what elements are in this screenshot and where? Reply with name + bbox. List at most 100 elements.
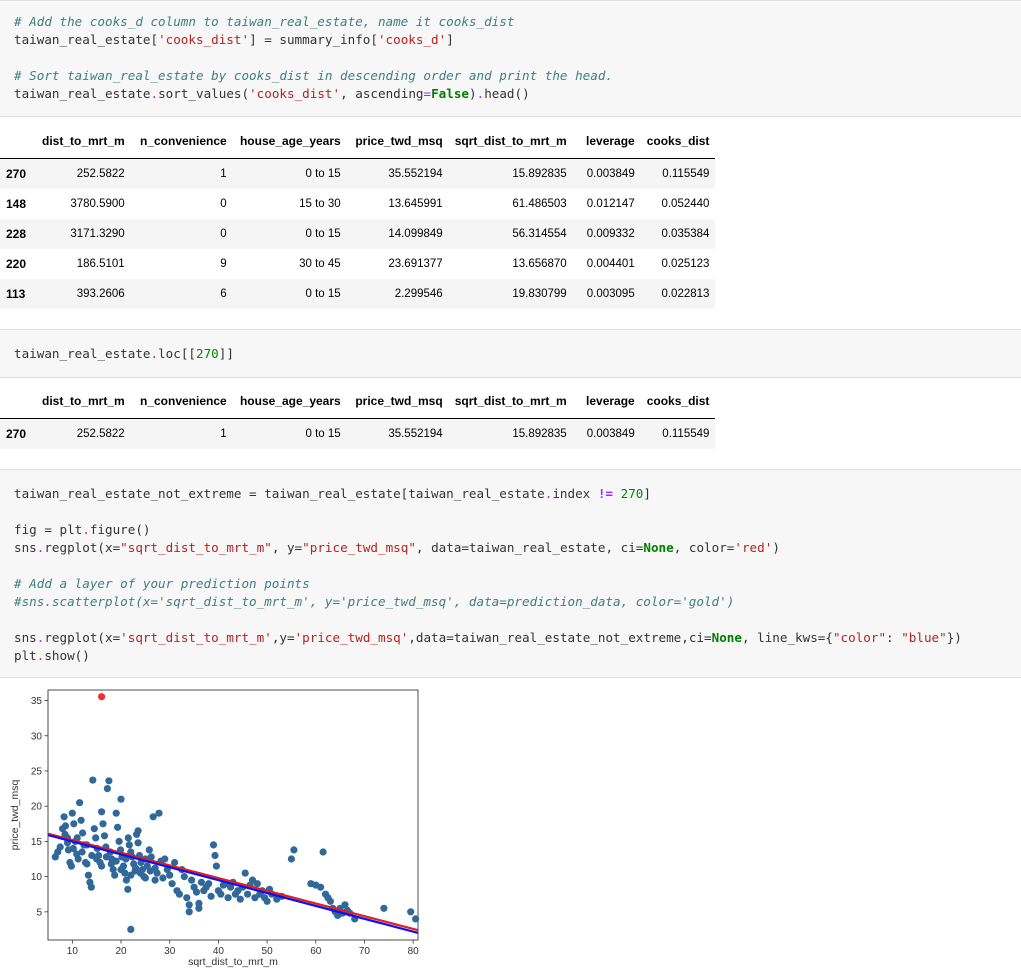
code-operator: = (423, 86, 432, 101)
code-operator: . (82, 522, 90, 537)
scatter-point (287, 855, 295, 863)
scatter-point (60, 813, 68, 821)
code-text: }) (946, 630, 962, 645)
table-cell: 252.5822 (76, 428, 125, 440)
scatter-point (146, 867, 154, 875)
table-cell: 3780.5900 (70, 198, 125, 210)
code-string: 'red' (734, 540, 773, 555)
table-cell: 0.009332 (586, 228, 635, 240)
scatter-point (127, 925, 135, 933)
table-cell: 13.645991 (388, 198, 443, 210)
scatter-point (127, 871, 135, 879)
code-cell-loc[interactable]: taiwan_real_estate.loc[[270]] (0, 329, 1021, 378)
table-cell: 23.691377 (388, 258, 443, 270)
scatter-point (185, 901, 193, 909)
scatter-point (253, 880, 261, 888)
index-header (0, 124, 36, 159)
code-text: ,y= (271, 630, 295, 645)
code-cell-sort[interactable]: # Add the cooks_d column to taiwan_real_… (0, 0, 1021, 117)
code-text: ,data=taiwan_real_estate_not_extreme,ci= (408, 630, 712, 645)
code-string: "color" (832, 630, 887, 645)
scatter-point (188, 876, 196, 884)
table-cell: 15 to 30 (299, 198, 341, 210)
column-header: dist_to_mrt_m (36, 384, 131, 419)
table-header-row: dist_to_mrt_m n_convenience house_age_year… (0, 124, 716, 159)
code-cell-regplot[interactable]: taiwan_real_estate_not_extreme = taiwan_… (0, 469, 1021, 678)
x-tick-label: 20 (115, 946, 127, 957)
scatter-point (105, 777, 113, 785)
code-editor[interactable]: taiwan_real_estate.loc[[270]] (0, 330, 1021, 363)
table-cell: 56.314554 (512, 228, 567, 240)
code-text: sns (14, 630, 37, 645)
scatter-point (117, 795, 125, 803)
scatter-point (380, 904, 388, 912)
scatter-point (56, 843, 64, 851)
code-string: 'cooks_dist' (158, 32, 250, 47)
scatter-point (244, 890, 252, 898)
code-text: , y= (271, 540, 303, 555)
outlier-point (98, 693, 106, 701)
code-keyword: False (431, 86, 469, 101)
code-comment: # Add a layer of your prediction points (14, 576, 310, 591)
y-tick-label: 20 (31, 802, 43, 813)
scatter-point (236, 895, 244, 903)
table-row: 148 3780.5900 0 15 to 30 13.645991 61.486503 0… (0, 189, 716, 219)
y-tick-label: 10 (31, 872, 43, 883)
code-text: index (552, 486, 598, 501)
code-text: ]] (218, 346, 234, 361)
table-cell: 0 to 15 (305, 288, 341, 300)
table-cell: 1 (220, 168, 227, 180)
code-text: head() (484, 86, 530, 101)
code-string: "blue" (901, 630, 947, 645)
code-text: , ascending (340, 86, 424, 101)
scatter-point (114, 823, 122, 831)
code-operator: . (150, 86, 159, 101)
table-cell: 0.115549 (662, 428, 710, 440)
x-tick-label: 30 (164, 946, 176, 957)
scatter-point (83, 860, 91, 868)
y-tick-label: 30 (31, 731, 43, 742)
x-tick-label: 80 (408, 946, 420, 957)
code-text: ] = summary_info[ (249, 32, 378, 47)
x-tick-label: 60 (310, 946, 322, 957)
code-text: ) (469, 86, 477, 101)
scatter-point (166, 871, 174, 879)
scatter-point (185, 908, 193, 916)
row-index: 270 (6, 167, 27, 181)
table-cell: 35.552194 (388, 168, 443, 180)
scatter-point (155, 809, 163, 817)
scatter-point (98, 862, 106, 870)
scatter-point (79, 829, 87, 837)
scatter-point (317, 883, 325, 891)
scatter-point (103, 785, 111, 793)
code-string: 'cooks_dist' (249, 86, 341, 101)
scatter-point (212, 862, 220, 870)
code-text: regplot(x= (44, 540, 121, 555)
code-number: 270 (620, 486, 644, 501)
column-header: house_age_years (232, 124, 347, 159)
x-tick-label: 70 (359, 946, 371, 957)
scatter-point (183, 894, 191, 902)
code-text: taiwan_real_estate (14, 86, 151, 101)
code-text: : (886, 630, 902, 645)
scatter-point (99, 820, 107, 828)
x-tick-label: 10 (67, 946, 79, 957)
table-cell: 0.022813 (661, 288, 710, 300)
code-text: , data=taiwan_real_estate, ci= (415, 540, 644, 555)
row-index: 148 (6, 197, 27, 211)
code-editor[interactable]: # Add the cooks_d column to taiwan_real_… (0, 1, 1021, 103)
code-editor[interactable]: taiwan_real_estate_not_extreme = taiwan_… (0, 470, 1021, 665)
scatter-point (61, 822, 70, 830)
table-cell: 393.2606 (76, 288, 125, 300)
code-string: "price_twd_msq" (302, 540, 416, 555)
x-axis-ticks: 10 20 30 40 50 60 70 80 (67, 940, 419, 957)
scatter-point (134, 827, 142, 835)
code-text: plt (14, 648, 37, 663)
row-index: 228 (6, 227, 27, 241)
column-header: cooks_dist (640, 384, 716, 419)
column-header: dist_to_mrt_m (36, 124, 131, 159)
code-text: show() (44, 648, 90, 663)
dataframe-output-row-270: dist_to_mrt_m n_convenience house_age_year… (0, 384, 716, 449)
code-keyword: None (643, 540, 674, 555)
table-cell: 0 to 15 (305, 168, 341, 180)
